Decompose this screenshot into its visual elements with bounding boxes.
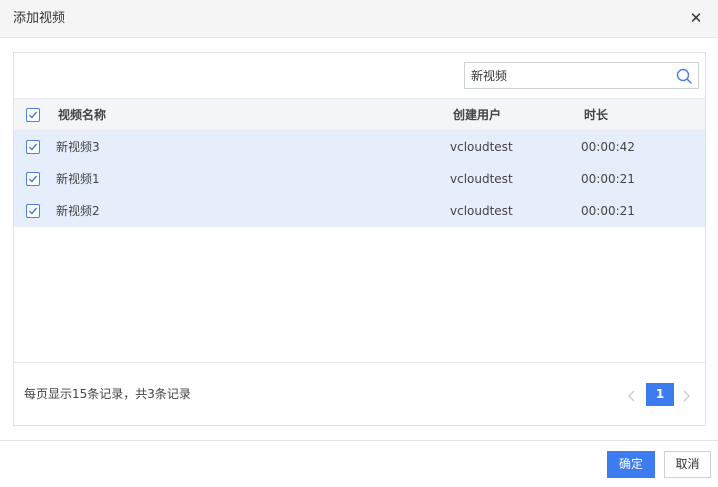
- pagination-summary: 每页显示15条记录，共3条记录: [24, 387, 191, 401]
- video-duration: 00:00:42: [581, 140, 635, 154]
- check-icon: [28, 143, 38, 151]
- video-name: 新视频1: [56, 172, 100, 186]
- search-box: [464, 62, 699, 89]
- check-icon: [28, 111, 38, 119]
- column-header-duration[interactable]: 时长: [584, 108, 608, 122]
- row-checkbox[interactable]: [26, 204, 40, 218]
- check-icon: [28, 207, 38, 215]
- row-checkbox[interactable]: [26, 140, 40, 154]
- video-name: 新视频2: [56, 204, 100, 218]
- video-duration: 00:00:21: [581, 204, 635, 218]
- column-header-name[interactable]: 视频名称: [58, 108, 106, 122]
- add-video-dialog: 添加视频 ✕ 视频名称 创建用户 时长 新视频3 vclou: [0, 0, 718, 487]
- column-header-user[interactable]: 创建用户: [453, 108, 501, 122]
- video-list-panel: 视频名称 创建用户 时长 新视频3 vcloudtest 00:00:42 新视…: [13, 52, 706, 426]
- video-user: vcloudtest: [450, 140, 513, 154]
- video-user: vcloudtest: [450, 204, 513, 218]
- video-user: vcloudtest: [450, 172, 513, 186]
- search-icon[interactable]: [675, 67, 693, 85]
- table-row[interactable]: 新视频2 vcloudtest 00:00:21: [14, 195, 705, 227]
- close-icon[interactable]: ✕: [688, 10, 704, 26]
- chevron-right-icon[interactable]: [680, 389, 692, 403]
- video-name: 新视频3: [56, 140, 100, 154]
- search-input[interactable]: [465, 63, 669, 88]
- confirm-button[interactable]: 确定: [607, 451, 655, 478]
- video-duration: 00:00:21: [581, 172, 635, 186]
- cancel-button[interactable]: 取消: [664, 451, 711, 478]
- table-row[interactable]: 新视频3 vcloudtest 00:00:42: [14, 131, 705, 163]
- check-icon: [28, 175, 38, 183]
- select-all-checkbox[interactable]: [26, 108, 40, 122]
- row-checkbox[interactable]: [26, 172, 40, 186]
- dialog-title: 添加视频: [13, 11, 66, 26]
- dialog-header: 添加视频 ✕: [0, 0, 718, 38]
- table-header: 视频名称 创建用户 时长: [14, 98, 705, 131]
- pagination-bar: 每页显示15条记录，共3条记录 1: [14, 362, 705, 425]
- chevron-left-icon[interactable]: [626, 389, 638, 403]
- footer-divider: [0, 440, 718, 441]
- table-row[interactable]: 新视频1 vcloudtest 00:00:21: [14, 163, 705, 195]
- page-number-current[interactable]: 1: [646, 383, 674, 406]
